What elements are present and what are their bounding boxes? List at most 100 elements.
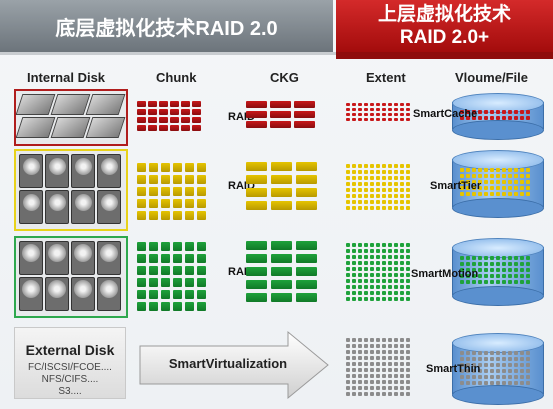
extent-block — [376, 200, 380, 204]
extent-block — [370, 206, 374, 210]
ckg-block — [294, 101, 315, 108]
chunk-block — [181, 117, 190, 123]
extent-block — [352, 362, 356, 366]
extent-block — [400, 194, 404, 198]
cylinder-block — [472, 174, 476, 178]
extent-block — [370, 273, 374, 277]
extent-block — [352, 255, 356, 259]
extent-block — [364, 103, 368, 106]
extent-block — [394, 350, 398, 354]
extent-block — [394, 108, 398, 111]
extent-block — [352, 380, 356, 384]
extent-block — [394, 243, 398, 247]
chunk-block — [161, 175, 170, 184]
ssd-disk-group — [14, 89, 128, 146]
extent-block — [388, 374, 392, 378]
extent-block — [382, 113, 386, 116]
cylinder-block — [484, 174, 488, 178]
cylinder-block — [466, 381, 470, 385]
extent-block — [364, 267, 368, 271]
extent-block — [394, 338, 398, 342]
chunk-block — [185, 211, 194, 220]
cylinder-block — [508, 192, 512, 196]
ckg-block — [246, 101, 267, 108]
chunk-block — [149, 163, 158, 172]
ckg-block — [271, 188, 292, 197]
extent-block — [382, 374, 386, 378]
extent-block — [346, 392, 350, 396]
ckg-grid-red — [246, 101, 315, 128]
chunk-block — [148, 101, 157, 107]
cylinder-block — [508, 110, 512, 114]
chunk-block — [197, 199, 206, 208]
extent-block — [376, 206, 380, 210]
extent-block — [346, 285, 350, 289]
extent-block — [376, 368, 380, 372]
extent-block — [364, 206, 368, 210]
cylinder-block — [460, 381, 464, 385]
extent-block — [382, 176, 386, 180]
chunk-block — [137, 278, 146, 287]
cylinder-block — [520, 369, 524, 373]
extent-block — [400, 273, 404, 277]
ckg-block — [246, 175, 267, 184]
extent-block — [370, 374, 374, 378]
cylinder-block — [514, 268, 518, 272]
extent-block — [352, 261, 356, 265]
chunk-block — [137, 163, 146, 172]
cylinder-block — [478, 375, 482, 379]
cylinder-block — [484, 363, 488, 367]
extent-block — [388, 188, 392, 192]
ckg-block — [296, 267, 317, 276]
extent-block — [346, 243, 350, 247]
extent-block — [406, 255, 410, 259]
extent-block — [382, 108, 386, 111]
cylinder-block — [490, 375, 494, 379]
ckg-block — [271, 162, 292, 171]
ckg-block — [294, 111, 315, 118]
extent-block — [406, 279, 410, 283]
chunk-block — [197, 187, 206, 196]
cylinder-block — [490, 174, 494, 178]
extent-block — [352, 108, 356, 111]
cylinder-block — [526, 268, 530, 272]
extent-block — [358, 291, 362, 295]
extent-block — [352, 103, 356, 106]
ckg-block — [296, 280, 317, 289]
extent-block — [364, 344, 368, 348]
cylinder-block — [490, 110, 494, 114]
chunk-grid-yellow — [137, 163, 206, 220]
extent-block — [358, 380, 362, 384]
extent-block — [394, 176, 398, 180]
extent-block — [376, 113, 380, 116]
cylinder-block — [490, 192, 494, 196]
nlsas-disk-icon — [71, 277, 95, 311]
extent-block — [370, 182, 374, 186]
cylinder-block — [490, 168, 494, 172]
ckg-block — [296, 175, 317, 184]
extent-block — [382, 380, 386, 384]
chunk-block — [170, 101, 179, 107]
extent-block — [382, 362, 386, 366]
extent-block — [376, 103, 380, 106]
extent-block — [388, 249, 392, 253]
ckg-block — [296, 162, 317, 171]
cylinder-block — [526, 357, 530, 361]
cylinder-block — [478, 280, 482, 284]
cylinder-block — [520, 351, 524, 355]
extent-block — [394, 118, 398, 121]
extent-block — [358, 297, 362, 301]
chunk-block — [197, 175, 206, 184]
ckg-grid-yellow — [246, 162, 317, 210]
chunk-block — [185, 254, 194, 263]
extent-block — [370, 103, 374, 106]
ckg-block — [246, 188, 267, 197]
col-ckg: CKG — [270, 70, 299, 85]
cylinder-block — [502, 274, 506, 278]
extent-block — [382, 267, 386, 271]
extent-block — [388, 182, 392, 186]
cylinder-block — [472, 280, 476, 284]
extent-block — [370, 188, 374, 192]
cylinder-block — [478, 262, 482, 266]
chunk-block — [159, 117, 168, 123]
